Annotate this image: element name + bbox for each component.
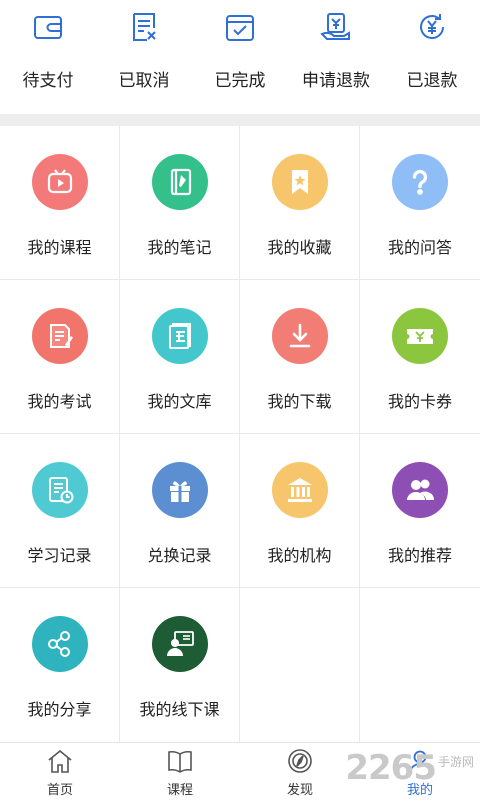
menu-label: 我的课程: [27, 238, 92, 257]
menu-item-exchange-record[interactable]: 兑换记录: [120, 434, 240, 588]
order-label: 已取消: [118, 71, 170, 91]
menu-item-study-record[interactable]: 学习记录: [0, 434, 120, 588]
menu-item-library[interactable]: 我的文库: [120, 280, 240, 434]
cancelled-doc-icon: [133, 13, 156, 41]
menu-label: 兑换记录: [147, 546, 212, 565]
menu-label: 我的线下课: [139, 700, 220, 719]
menu-icon-circle: [392, 154, 448, 210]
ticket-icon: [407, 329, 433, 344]
library-book-icon: [168, 323, 191, 349]
refunded-icon: [420, 14, 444, 39]
tab-discover[interactable]: 发现: [240, 743, 360, 801]
order-label: 已退款: [406, 71, 458, 91]
share-icon: [47, 631, 70, 657]
menu-label: 我的文库: [147, 392, 212, 411]
tab-home[interactable]: 首页: [0, 743, 120, 801]
tab-courses[interactable]: 课程: [120, 743, 240, 801]
notebook-pen-icon: [170, 168, 191, 196]
gift-box-icon: [169, 481, 190, 502]
order-label: 申请退款: [302, 71, 370, 91]
menu-item-downloads[interactable]: 我的下载: [240, 280, 360, 434]
menu-label: 我的问答: [387, 238, 452, 257]
order-refunded[interactable]: 已退款: [384, 0, 480, 114]
menu-item-favorites[interactable]: 我的收藏: [240, 126, 360, 280]
study-record-icon: [48, 477, 73, 504]
users-icon: [407, 479, 435, 500]
order-refund-request[interactable]: 申请退款: [288, 0, 384, 114]
menu-icon-circle: [151, 462, 208, 518]
menu-item-recommend[interactable]: 我的推荐: [360, 434, 480, 588]
menu-icon-circle: [151, 308, 208, 364]
menu-label: 我的收藏: [267, 238, 332, 257]
refund-request-icon: [320, 13, 350, 40]
menu-item-courses[interactable]: 我的课程: [0, 126, 120, 280]
menu-icon-circle: [271, 154, 328, 210]
menu-label: 学习记录: [27, 546, 92, 565]
menu-icon-circle: [392, 308, 448, 364]
tab-label: 课程: [166, 783, 193, 798]
order-label: 已完成: [214, 71, 266, 91]
menu-item-notes[interactable]: 我的笔记: [120, 126, 240, 280]
section-separator: [0, 114, 480, 126]
watermark-number: 2265: [345, 748, 437, 788]
menu-icon-circle: [271, 308, 328, 364]
order-label: 待支付: [22, 71, 74, 91]
order-pending-payment[interactable]: 待支付: [0, 0, 96, 114]
menu-icon-circle: [151, 616, 208, 672]
menu-label: 我的机构: [267, 546, 332, 565]
watermark-text: 手游网: [437, 754, 474, 769]
menu-icon-circle: [151, 154, 208, 210]
institution-icon: [287, 478, 312, 502]
tab-label: 发现: [286, 783, 313, 798]
compass-icon: [288, 749, 312, 773]
menu-label: 我的下载: [267, 392, 332, 411]
offline-teacher-icon: [166, 631, 194, 656]
menu-item-coupons[interactable]: 我的卡券: [360, 280, 480, 434]
menu-label: 我的推荐: [387, 546, 452, 565]
menu-empty-cell: [240, 588, 360, 742]
menu-item-exams[interactable]: 我的考试: [0, 280, 120, 434]
watermark-logo: 2265 手游网: [345, 748, 474, 788]
exam-paper-icon: [49, 324, 73, 348]
menu-icon-circle: [31, 154, 88, 210]
book-icon: [168, 750, 192, 773]
menu-icon-circle: [31, 308, 88, 364]
order-cancelled[interactable]: 已取消: [96, 0, 192, 114]
wallet-icon: [34, 16, 62, 39]
menu-grid: 我的课程 我的笔记 我的收藏 我的问答 我的考试 我的文库 我的下载 我的卡券 …: [0, 126, 480, 742]
menu-icon-circle: [271, 462, 328, 518]
home-icon: [48, 749, 72, 773]
menu-label: 我的卡券: [387, 392, 452, 411]
menu-item-qa[interactable]: 我的问答: [360, 126, 480, 280]
menu-label: 我的分享: [27, 700, 92, 719]
menu-item-offline-course[interactable]: 我的线下课: [120, 588, 240, 742]
menu-item-institution[interactable]: 我的机构: [240, 434, 360, 588]
menu-item-share[interactable]: 我的分享: [0, 588, 120, 742]
menu-label: 我的考试: [27, 392, 92, 411]
download-icon: [289, 323, 310, 348]
menu-icon-circle: [31, 462, 88, 518]
menu-icon-circle: [392, 462, 448, 518]
question-mark-icon: [412, 169, 428, 195]
menu-empty-cell: [360, 588, 480, 742]
completed-check-icon: [226, 15, 254, 41]
order-completed[interactable]: 已完成: [192, 0, 288, 114]
tv-play-icon: [47, 169, 72, 194]
bookmark-star-icon: [291, 170, 308, 194]
tab-label: 首页: [46, 783, 73, 798]
order-status-bar: 待支付 已取消 已完成 申请退款 已退款: [0, 0, 480, 114]
menu-label: 我的笔记: [147, 238, 212, 257]
menu-icon-circle: [31, 616, 88, 672]
